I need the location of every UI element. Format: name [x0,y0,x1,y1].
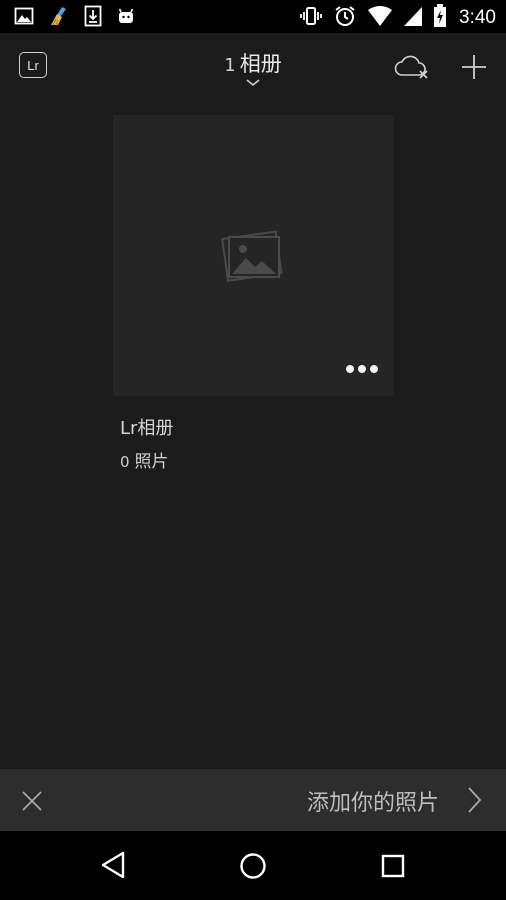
page-title: 1 相册 [203,48,303,78]
lr-logo-button[interactable]: Lr [19,52,47,78]
broom-icon [48,5,70,31]
recents-icon[interactable] [381,854,405,882]
android-icon [116,6,136,30]
alarm-icon [333,4,357,32]
cloud-sync-button[interactable] [392,53,432,85]
album-total-count: 1 [224,55,236,76]
album-photo-count: 0 照片 [120,447,169,472]
image-placeholder-icon [215,227,291,291]
back-icon[interactable] [100,851,126,883]
vibrate-icon [299,4,323,32]
download-icon [84,5,102,31]
album-photo-number: 0 [120,453,130,471]
battery-charging-icon [433,4,447,32]
status-bar: 3:40 [0,0,506,33]
add-album-button[interactable] [460,53,488,85]
add-photos-text[interactable]: 添加你的照片 [307,785,439,817]
status-bar-system: 3:40 [299,4,496,32]
chevron-right-icon[interactable] [466,786,482,818]
add-photos-banner[interactable]: 添加你的照片 [0,769,506,831]
wifi-icon [367,5,393,31]
plus-icon [460,55,488,85]
album-more-button[interactable] [346,365,378,373]
more-icon [358,365,366,373]
album-photo-label: 照片 [134,452,169,472]
gallery-icon [14,6,34,30]
page-title-label: 相册 [239,52,282,76]
close-icon[interactable] [21,790,43,816]
cloud-off-icon [392,55,432,85]
signal-icon [403,5,423,31]
chevron-down-icon [203,78,303,88]
status-bar-notifications [14,5,136,31]
app-bar: Lr 1 相册 [0,33,506,105]
more-icon [346,365,354,373]
more-icon [370,365,378,373]
home-icon[interactable] [239,852,267,884]
album-thumbnail[interactable] [113,115,394,396]
status-time: 3:40 [459,7,496,28]
album-selector[interactable]: 1 相册 [203,48,303,88]
navigation-bar [0,831,506,900]
album-name: Lr相册 [120,418,174,439]
